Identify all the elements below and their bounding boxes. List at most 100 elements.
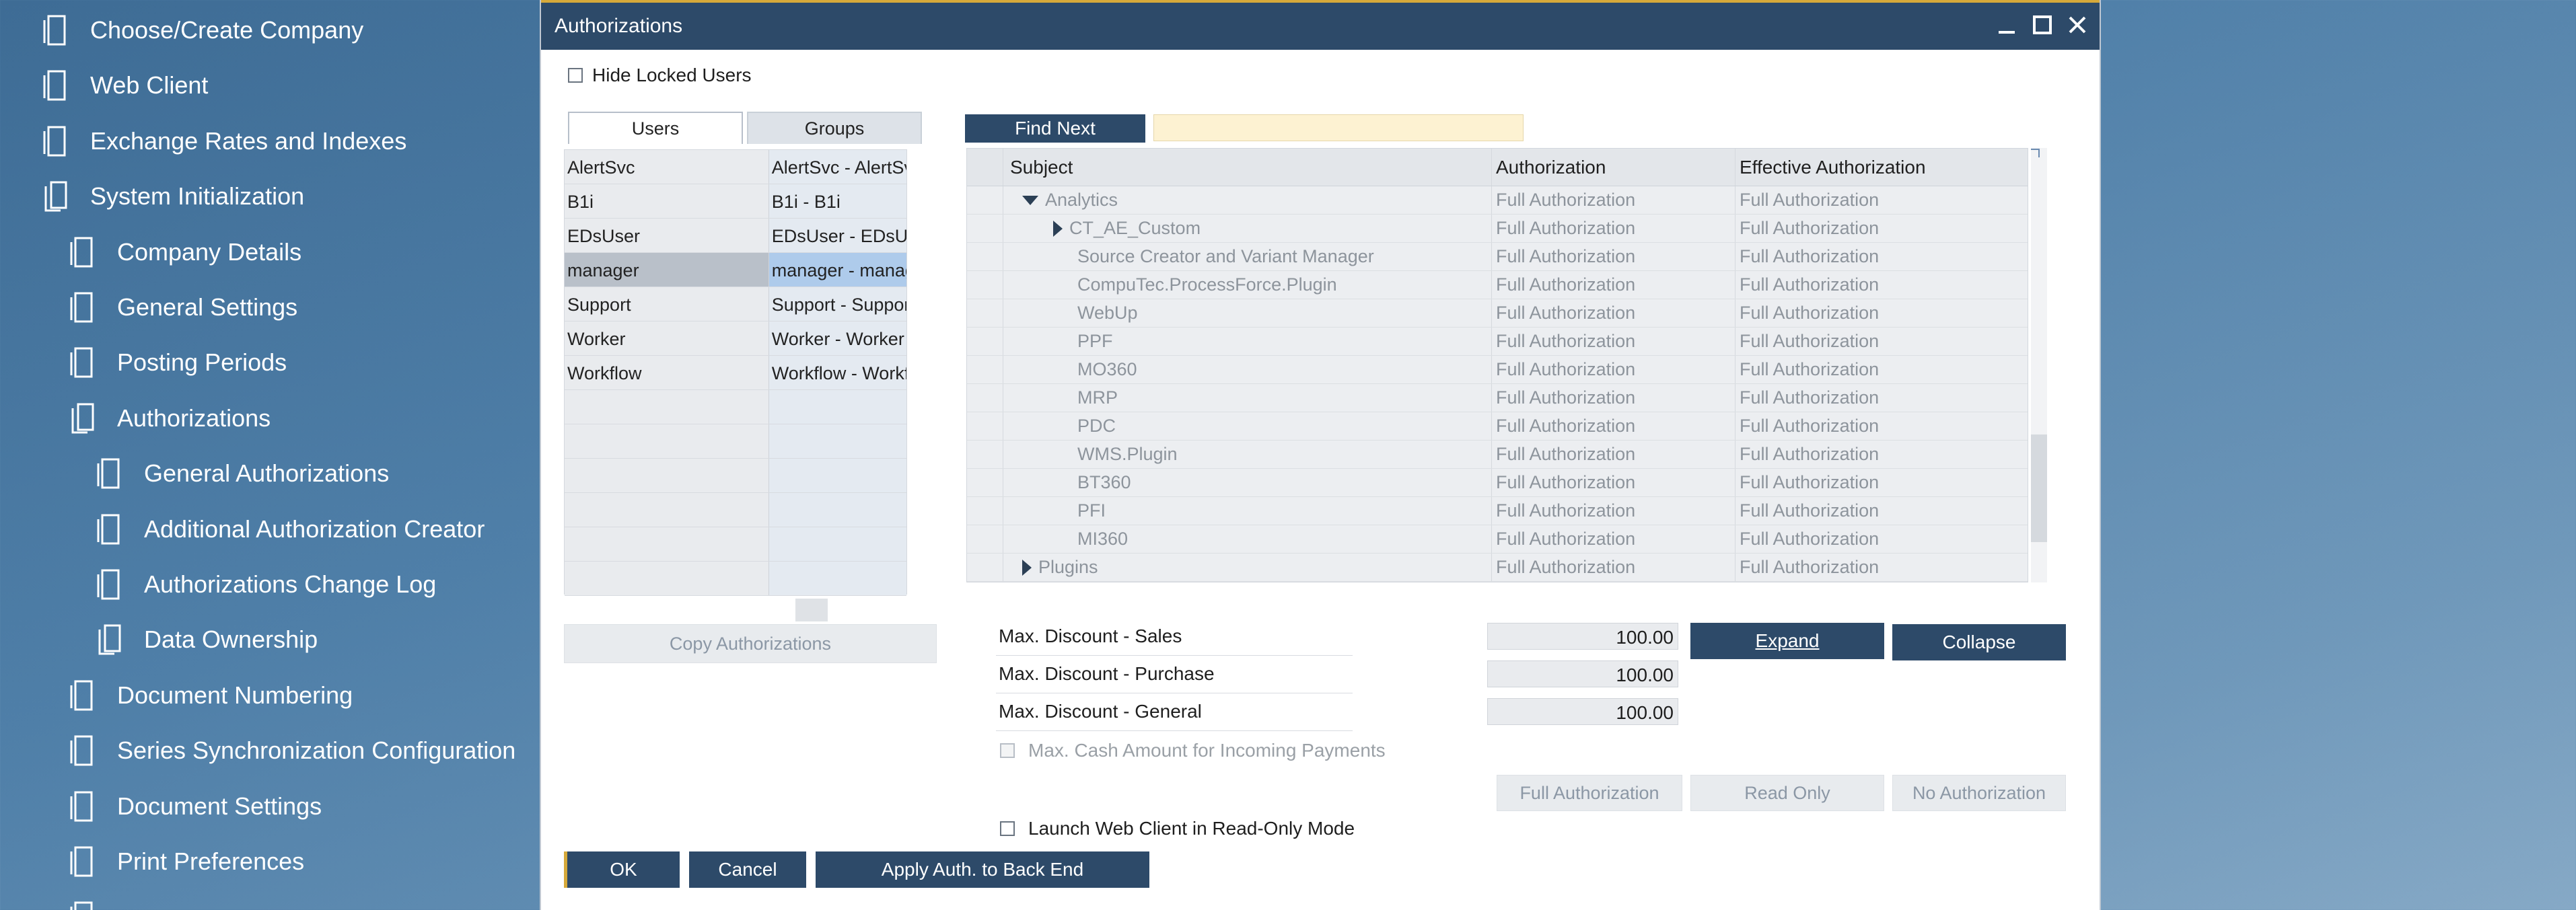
- authorizations-dialog: Authorizations Hide Locked Users Users G…: [540, 0, 2101, 910]
- minimize-icon[interactable]: [1996, 12, 2019, 38]
- table-row[interactable]: PDC Full Authorization Full Authorization: [967, 412, 2028, 441]
- nav-item[interactable]: Print Preferences: [67, 834, 304, 889]
- apply-auth-to-back-end-button[interactable]: Apply Auth. to Back End: [816, 851, 1149, 888]
- subject-cell: Plugins: [1003, 554, 1492, 581]
- nav-item-label: Data Ownership: [144, 625, 318, 654]
- subject-label: CT_AE_Custom: [1069, 218, 1201, 238]
- user-code-cell: [565, 424, 769, 458]
- authorization-cell[interactable]: Full Authorization: [1492, 441, 1736, 468]
- table-row[interactable]: Analytics Full Authorization Full Authoriz…: [967, 186, 2028, 215]
- effective-authorization-cell: Full Authorization: [1740, 218, 1880, 238]
- nav-item[interactable]: Document Numbering: [67, 668, 353, 723]
- discount-value-field[interactable]: 100.00: [1487, 660, 1678, 687]
- full-authorization-button[interactable]: Full Authorization: [1497, 775, 1682, 811]
- table-row[interactable]: CompuTec.ProcessForce.Plugin Full Authori…: [967, 271, 2028, 299]
- nav-item[interactable]: Authorizations Change Log: [94, 557, 436, 612]
- authorization-cell[interactable]: Full Authorization: [1492, 243, 1736, 270]
- nav-item-label: Posting Periods: [117, 348, 287, 377]
- table-row: [565, 527, 906, 562]
- user-code-cell: EDsUser: [565, 219, 769, 252]
- authorization-cell[interactable]: Full Authorization: [1492, 469, 1736, 496]
- table-row[interactable]: Worker Worker - Worker: [565, 321, 906, 356]
- max-cash-checkbox[interactable]: [1000, 743, 1015, 758]
- nav-item[interactable]: Additional Authorization Creator: [94, 502, 485, 557]
- authorization-cell[interactable]: Full Authorization: [1492, 356, 1736, 383]
- column-header-effective-authorization[interactable]: Effective Authorization: [1736, 149, 2018, 186]
- cancel-button[interactable]: Cancel: [689, 851, 806, 888]
- nav-item[interactable]: Series Synchronization Configuration: [67, 723, 515, 778]
- effective-authorization-cell: Full Authorization: [1740, 416, 1880, 436]
- find-input[interactable]: [1153, 114, 1524, 141]
- authorization-cell[interactable]: Full Authorization: [1492, 384, 1736, 412]
- table-row[interactable]: MO360 Full Authorization Full Authorizatio…: [967, 356, 2028, 384]
- table-row[interactable]: B1i B1i - B1i: [565, 184, 906, 219]
- tab-groups[interactable]: Groups: [747, 112, 922, 144]
- subject-cell: WMS.Plugin: [1003, 441, 1492, 468]
- table-row[interactable]: MI360 Full Authorization Full Authorizatio…: [967, 525, 2028, 554]
- table-row[interactable]: PPF Full Authorization Full Authorization: [967, 328, 2028, 356]
- launch-web-client-checkbox[interactable]: [1000, 821, 1015, 836]
- expand-arrow-icon[interactable]: [1022, 559, 1032, 576]
- table-row[interactable]: managermanager - manager: [565, 253, 906, 287]
- tab-users[interactable]: Users: [568, 112, 743, 144]
- discount-value-field[interactable]: 100.00: [1487, 623, 1678, 650]
- expand-arrow-icon[interactable]: [1053, 220, 1063, 237]
- find-next-button[interactable]: Find Next: [965, 114, 1145, 143]
- user-code-cell: Workflow: [565, 356, 769, 389]
- subject-cell: PFI: [1003, 497, 1492, 525]
- expand-button[interactable]: Expand: [1690, 623, 1884, 659]
- table-row[interactable]: WebUp Full Authorization Full Authorizatio…: [967, 299, 2028, 328]
- row-header-cell: [967, 469, 1003, 496]
- nav-item[interactable]: Authorizations: [67, 391, 271, 446]
- table-row[interactable]: Support Support - Support: [565, 287, 906, 321]
- authorization-cell[interactable]: Full Authorization: [1492, 497, 1736, 525]
- column-header-authorization[interactable]: Authorization: [1492, 149, 1736, 186]
- ok-button[interactable]: OK: [564, 851, 680, 888]
- authorization-cell[interactable]: Full Authorization: [1492, 299, 1736, 327]
- close-icon[interactable]: [2066, 12, 2089, 38]
- table-row[interactable]: WorkflowWorkflow - Workflow: [565, 356, 906, 390]
- authorization-cell[interactable]: Full Authorization: [1492, 554, 1736, 581]
- table-row[interactable]: WMS.Plugin Full Authorization Full Authori…: [967, 441, 2028, 469]
- collapse-arrow-icon[interactable]: [1022, 195, 1038, 205]
- grid-scrollbar-thumb[interactable]: [2031, 434, 2047, 542]
- title-bar[interactable]: Authorizations: [541, 0, 2100, 50]
- table-row[interactable]: Plugins Full Authorization Full Authorizat…: [967, 554, 2028, 582]
- hide-locked-users-checkbox[interactable]: [568, 68, 583, 83]
- nav-item[interactable]: Choose/Create Company: [40, 3, 363, 58]
- table-row[interactable]: BT360 Full Authorization Full Authorizatio…: [967, 469, 2028, 497]
- column-header-subject[interactable]: Subject: [1003, 149, 1492, 186]
- copy-authorizations-button[interactable]: Copy Authorizations: [564, 624, 937, 663]
- effective-authorization-cell: Full Authorization: [1740, 274, 1880, 295]
- read-only-button[interactable]: Read Only: [1690, 775, 1884, 811]
- nav-item[interactable]: Document Settings: [67, 779, 322, 834]
- nav-item[interactable]: General Authorizations: [94, 446, 389, 501]
- effective-authorization-cell: Full Authorization: [1740, 472, 1880, 492]
- discount-value-field[interactable]: 100.00: [1487, 698, 1678, 725]
- collapse-button[interactable]: Collapse: [1892, 624, 2066, 660]
- nav-item[interactable]: Posting Periods: [67, 335, 287, 390]
- authorization-cell[interactable]: Full Authorization: [1492, 215, 1736, 242]
- row-header-cell: [967, 243, 1003, 270]
- nav-item[interactable]: System Initialization: [40, 169, 304, 224]
- table-row[interactable]: PFI Full Authorization Full Authorization: [967, 497, 2028, 525]
- nav-item[interactable]: Exchange Rates and Indexes: [40, 114, 406, 169]
- nav-item[interactable]: Company Details: [67, 225, 301, 280]
- table-row[interactable]: EDsUserEDsUser - EDsUser: [565, 219, 906, 253]
- no-authorization-button[interactable]: No Authorization: [1892, 775, 2066, 811]
- table-row[interactable]: AlertSvcAlertSvc - AlertSvc: [565, 150, 906, 184]
- maximize-icon[interactable]: [2031, 12, 2054, 38]
- nav-item[interactable]: Web Client: [40, 58, 208, 113]
- grid-header: Subject Authorization Effective Authoriz…: [967, 149, 2028, 186]
- table-row[interactable]: Source Creator and Variant Manager Full A…: [967, 243, 2028, 271]
- table-row[interactable]: CT_AE_Custom Full Authorization Full Autho…: [967, 215, 2028, 243]
- authorization-cell[interactable]: Full Authorization: [1492, 525, 1736, 553]
- authorization-cell[interactable]: Full Authorization: [1492, 412, 1736, 440]
- authorization-cell[interactable]: Full Authorization: [1492, 271, 1736, 299]
- table-row[interactable]: MRP Full Authorization Full Authorization: [967, 384, 2028, 412]
- nav-item[interactable]: Data Ownership: [94, 612, 318, 667]
- users-scrollbar[interactable]: [795, 599, 828, 621]
- authorization-cell[interactable]: Full Authorization: [1492, 328, 1736, 355]
- nav-item[interactable]: General Settings: [67, 280, 297, 335]
- authorization-cell[interactable]: Full Authorization: [1492, 186, 1736, 214]
